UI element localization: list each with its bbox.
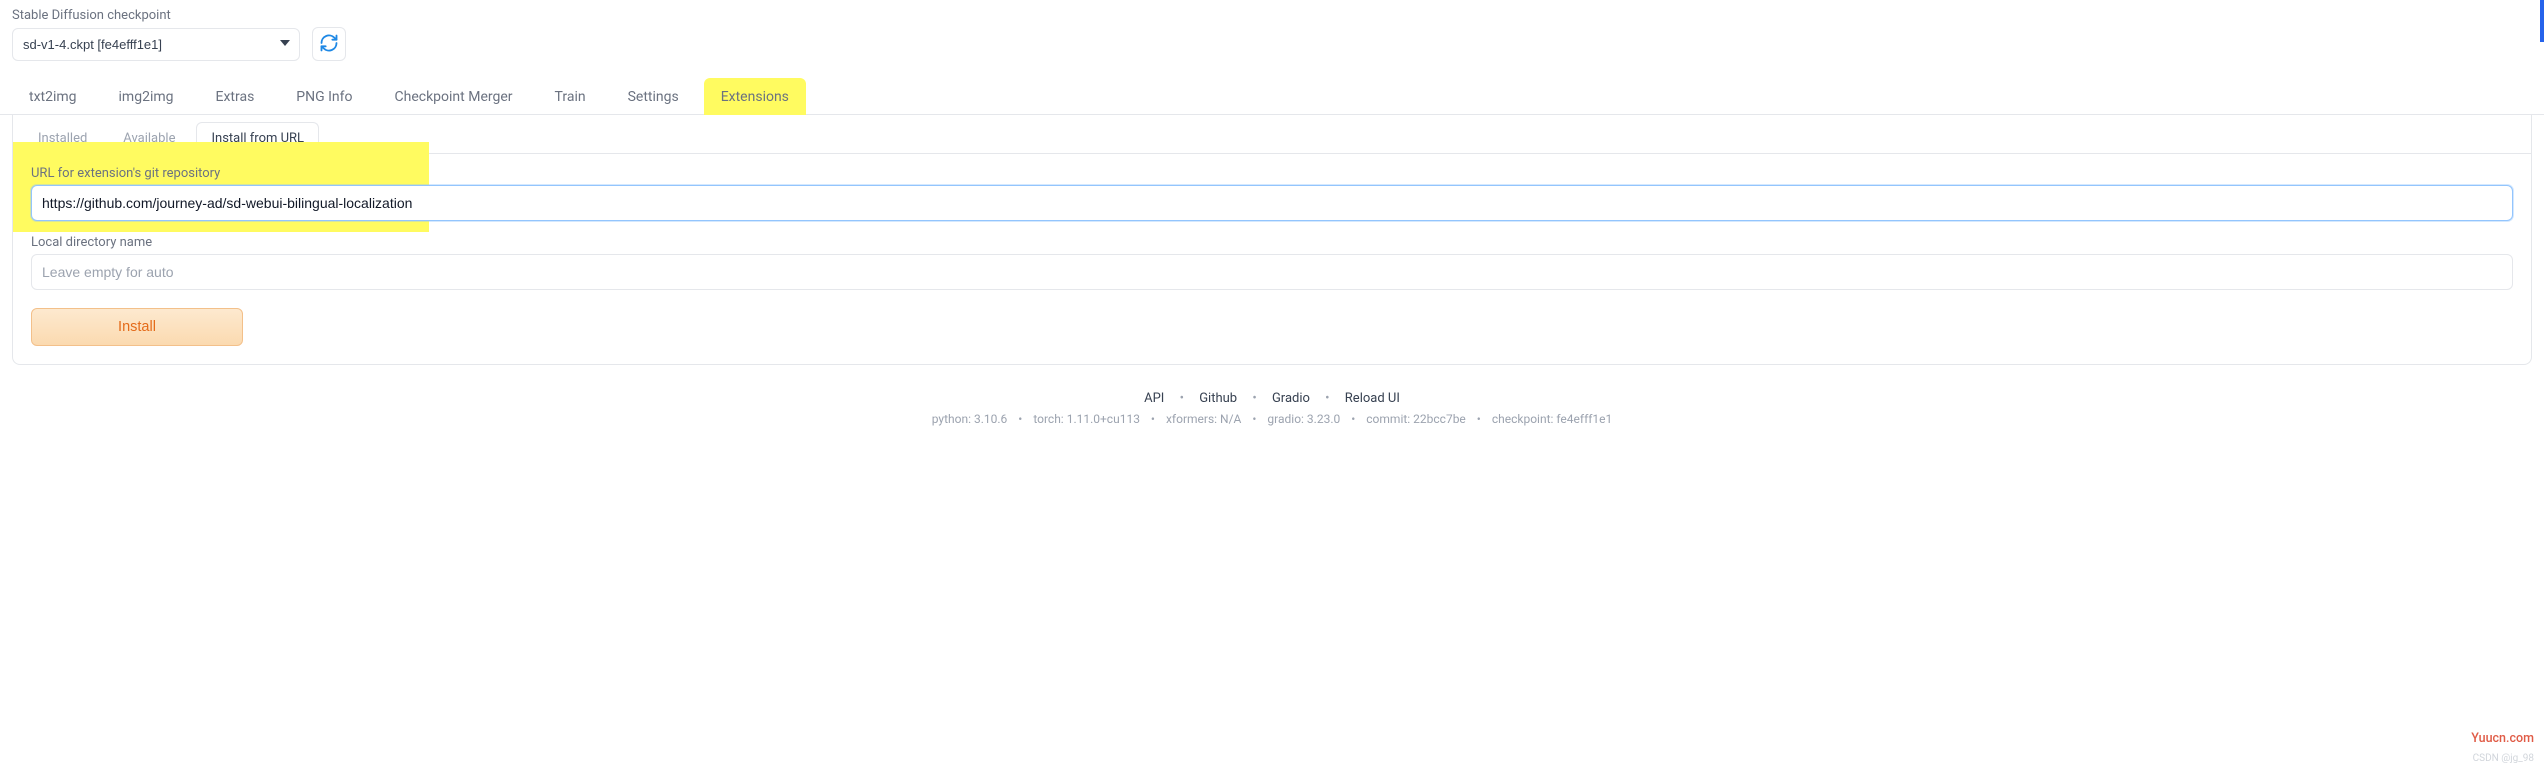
footer-link-api[interactable]: API xyxy=(1144,391,1164,406)
meta-xformers: xformers: N/A xyxy=(1166,412,1241,426)
main-tabs: txt2img img2img Extras PNG Info Checkpoi… xyxy=(0,77,2544,115)
tab-extras[interactable]: Extras xyxy=(199,78,272,115)
meta-python: python: 3.10.6 xyxy=(932,412,1008,426)
refresh-checkpoint-button[interactable] xyxy=(312,27,346,61)
footer-link-reloadui[interactable]: Reload UI xyxy=(1345,391,1400,406)
footer-link-github[interactable]: Github xyxy=(1199,391,1237,406)
right-edge-accent xyxy=(2540,0,2544,42)
meta-gradio: gradio: 3.23.0 xyxy=(1267,412,1340,426)
header-row: Stable Diffusion checkpoint xyxy=(0,0,2544,61)
watermark-csdn: CSDN @jg_98 xyxy=(2473,753,2534,764)
url-label: URL for extension's git repository xyxy=(31,166,2513,181)
footer: API • Github • Gradio • Reload UI python… xyxy=(0,391,2544,426)
checkpoint-label: Stable Diffusion checkpoint xyxy=(12,8,2532,23)
footer-links: API • Github • Gradio • Reload UI xyxy=(0,391,2544,406)
sub-tab-installed[interactable]: Installed xyxy=(23,122,102,154)
tab-txt2img[interactable]: txt2img xyxy=(12,78,94,115)
footer-meta: python: 3.10.6 • torch: 1.11.0+cu113 • x… xyxy=(0,412,2544,426)
meta-checkpoint: checkpoint: fe4efff1e1 xyxy=(1492,412,1612,426)
tab-train[interactable]: Train xyxy=(538,78,603,115)
tab-pnginfo[interactable]: PNG Info xyxy=(279,78,369,115)
extension-url-input[interactable] xyxy=(31,185,2513,221)
localdir-input[interactable] xyxy=(31,254,2513,290)
tab-extensions[interactable]: Extensions xyxy=(704,78,806,115)
meta-commit: commit: 22bcc7be xyxy=(1366,412,1466,426)
watermark-site: Yuucn.com xyxy=(2471,731,2534,746)
tab-settings[interactable]: Settings xyxy=(611,78,696,115)
localdir-label: Local directory name xyxy=(31,235,2513,250)
footer-link-gradio[interactable]: Gradio xyxy=(1272,391,1310,406)
refresh-icon xyxy=(319,33,339,56)
tab-img2img[interactable]: img2img xyxy=(102,78,191,115)
checkpoint-dropdown[interactable] xyxy=(12,28,300,61)
extensions-sub-tabs: Installed Available Install from URL xyxy=(13,115,2531,154)
meta-torch: torch: 1.11.0+cu113 xyxy=(1033,412,1140,426)
sub-tab-available[interactable]: Available xyxy=(108,122,190,154)
checkpoint-dropdown-value[interactable] xyxy=(12,28,300,61)
install-from-url-form: URL for extension's git repository Local… xyxy=(13,154,2531,346)
install-button[interactable]: Install xyxy=(31,308,243,346)
extensions-panel: Installed Available Install from URL URL… xyxy=(12,115,2532,365)
tab-checkpoint-merger[interactable]: Checkpoint Merger xyxy=(378,78,530,115)
sub-tab-install-from-url[interactable]: Install from URL xyxy=(196,122,319,154)
